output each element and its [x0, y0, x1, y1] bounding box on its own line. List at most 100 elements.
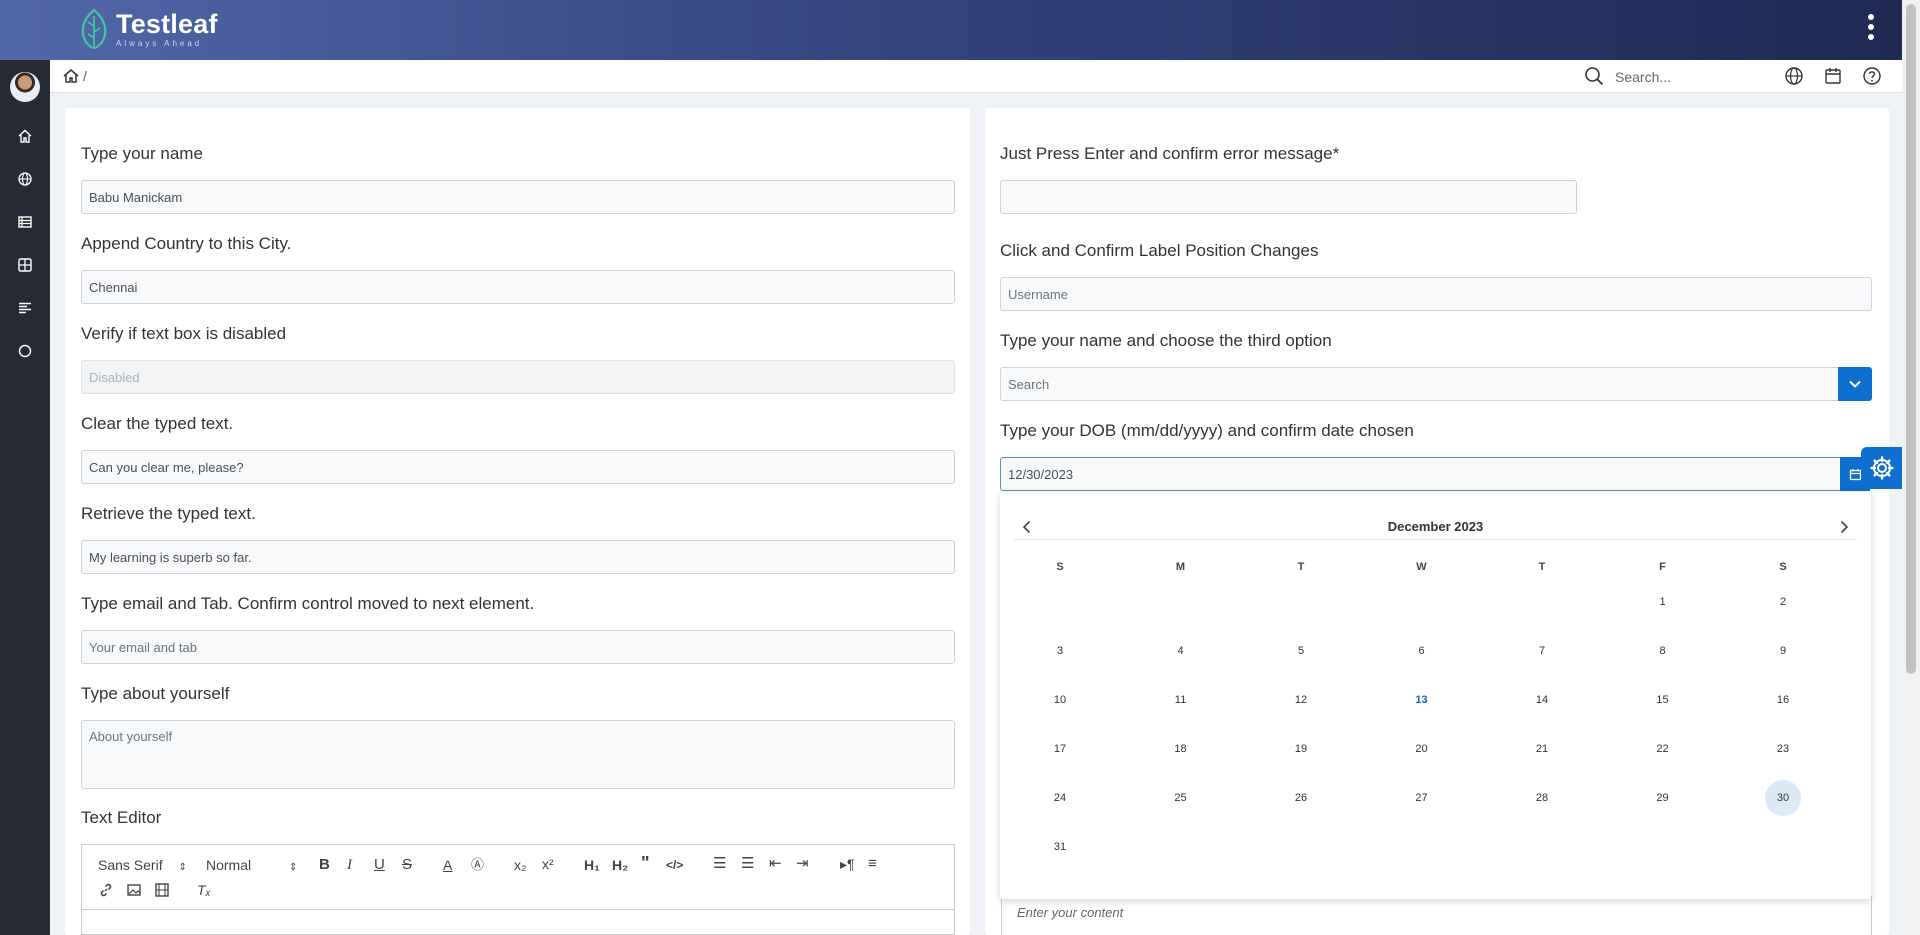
calendar-day[interactable]: 9	[1765, 633, 1801, 669]
about-label: Type about yourself	[81, 684, 230, 703]
calendar-day[interactable]: 30	[1765, 780, 1801, 816]
sidebar-item-misc[interactable]	[0, 329, 50, 372]
enter-error-input[interactable]	[1000, 180, 1577, 214]
calendar-day[interactable]: 29	[1645, 780, 1681, 816]
sidebar-item-table[interactable]	[0, 200, 50, 243]
calendar-day[interactable]: 19	[1283, 731, 1319, 767]
highlight-icon[interactable]: Ⓐ	[471, 857, 484, 873]
dob-label: Type your DOB (mm/dd/yyyy) and confirm d…	[1000, 421, 1414, 440]
calendar-day[interactable]: 11	[1163, 682, 1199, 718]
globe-icon[interactable]	[1783, 65, 1805, 87]
search-icon[interactable]	[1583, 65, 1605, 87]
indent-icon[interactable]: ⇥	[796, 856, 809, 872]
email-tab-label: Type email and Tab. Confirm control move…	[81, 594, 535, 613]
calendar-day[interactable]: 5	[1283, 633, 1319, 669]
heading-1-icon[interactable]: H₁	[584, 857, 600, 873]
link-icon[interactable]	[98, 882, 114, 898]
calendar-day[interactable]: 27	[1404, 780, 1440, 816]
retrieve-text-input[interactable]	[81, 540, 955, 574]
video-icon[interactable]	[154, 882, 170, 898]
autocomplete-dropdown-button[interactable]	[1838, 367, 1872, 401]
calendar-day[interactable]: 23	[1765, 731, 1801, 767]
sidebar-item-text[interactable]	[0, 286, 50, 329]
font-select[interactable]: Sans Serif ⇕	[98, 857, 187, 873]
image-icon[interactable]	[126, 882, 142, 898]
bullet-list-icon[interactable]: ☰	[741, 856, 754, 872]
calendar-day[interactable]: 25	[1163, 780, 1199, 816]
avatar[interactable]	[10, 72, 40, 102]
outdent-icon[interactable]: ⇤	[769, 856, 782, 872]
autocomplete-search-input[interactable]	[1000, 367, 1840, 401]
page-scrollbar[interactable]	[1902, 0, 1920, 935]
calendar-day[interactable]: 18	[1163, 731, 1199, 767]
calendar-title: December 2023	[1387, 519, 1484, 534]
weekday-header: S	[1779, 561, 1787, 573]
calendar-day[interactable]: 22	[1645, 731, 1681, 767]
username-input[interactable]	[1000, 277, 1872, 311]
scrollbar-thumb[interactable]	[1906, 4, 1916, 674]
align-icon[interactable]: ≡	[868, 856, 877, 872]
calendar-day[interactable]: 10	[1042, 682, 1078, 718]
calendar-day[interactable]: 8	[1645, 633, 1681, 669]
settings-button[interactable]	[1861, 447, 1903, 489]
calendar-day[interactable]: 24	[1042, 780, 1078, 816]
name-input[interactable]	[81, 180, 955, 214]
rich-text-editor-right[interactable]: Enter your content	[1001, 896, 1872, 935]
top-header: Testleaf Always Ahead	[0, 0, 1902, 60]
calendar-day[interactable]: 3	[1042, 633, 1078, 669]
subscript-icon[interactable]: x₂	[514, 857, 526, 873]
underline-icon[interactable]: U	[374, 857, 385, 873]
breadcrumb-home-icon[interactable]	[62, 67, 80, 85]
calendar-day[interactable]: 15	[1645, 682, 1681, 718]
more-menu-icon[interactable]	[1866, 14, 1876, 46]
calendar-day[interactable]: 7	[1524, 633, 1560, 669]
dob-input[interactable]	[1000, 457, 1842, 491]
chevron-right-icon[interactable]	[1835, 518, 1853, 536]
sidebar-item-browser[interactable]	[0, 157, 50, 200]
calendar-day[interactable]: 17	[1042, 731, 1078, 767]
calendar-day[interactable]: 6	[1404, 633, 1440, 669]
home-icon	[18, 129, 32, 143]
about-textarea[interactable]	[81, 720, 955, 789]
bold-icon[interactable]: B	[319, 857, 330, 873]
clear-format-icon[interactable]: Tₓ	[197, 882, 211, 898]
email-field[interactable]	[81, 630, 955, 664]
heading-2-icon[interactable]: H₂	[612, 857, 628, 873]
ordered-list-icon[interactable]: ☰	[713, 856, 726, 872]
calendar-day[interactable]: 26	[1283, 780, 1319, 816]
table-icon	[18, 215, 32, 228]
calendar-day[interactable]: 16	[1765, 682, 1801, 718]
calendar-icon[interactable]	[1822, 65, 1844, 87]
search-input[interactable]	[1615, 67, 1765, 87]
calendar-day[interactable]: 1	[1645, 584, 1681, 620]
calendar-day[interactable]: 2	[1765, 584, 1801, 620]
text-editor-label: Text Editor	[81, 808, 162, 827]
weekday-header: W	[1416, 561, 1427, 573]
calendar-day[interactable]: 28	[1524, 780, 1560, 816]
italic-icon[interactable]: I	[347, 857, 352, 873]
clear-text-input[interactable]	[81, 450, 955, 484]
code-block-icon[interactable]: </>	[666, 857, 683, 873]
blockquote-icon[interactable]: "	[641, 854, 650, 872]
calendar-day[interactable]: 21	[1524, 731, 1560, 767]
sidebar-item-home[interactable]	[0, 114, 50, 157]
text-color-icon[interactable]: A	[443, 857, 452, 873]
sidebar-item-grid[interactable]	[0, 243, 50, 286]
superscript-icon[interactable]: x²	[542, 856, 554, 872]
calendar-day[interactable]: 4	[1163, 633, 1199, 669]
calendar-day[interactable]: 12	[1283, 682, 1319, 718]
city-input[interactable]	[81, 270, 955, 304]
calendar-day[interactable]: 13	[1404, 682, 1440, 718]
calendar-day[interactable]: 20	[1404, 731, 1440, 767]
sidebar	[0, 60, 50, 935]
testleaf-logo[interactable]: Testleaf Always Ahead	[78, 8, 218, 50]
text-direction-icon[interactable]: ▸¶	[840, 856, 855, 872]
size-select[interactable]: Normal ⇕	[206, 857, 297, 873]
help-icon[interactable]	[1861, 65, 1883, 87]
strike-icon[interactable]: S	[402, 857, 412, 873]
datepicker-popup: December 2023 S M T W T F S 1 2 3 4 5 6 7 8 9 10 11 12 13 14…	[1000, 492, 1871, 899]
calendar-day[interactable]: 31	[1042, 829, 1078, 865]
calendar-day[interactable]: 14	[1524, 682, 1560, 718]
brand-tagline: Always Ahead	[116, 39, 203, 48]
breadcrumb: /	[50, 60, 1902, 93]
